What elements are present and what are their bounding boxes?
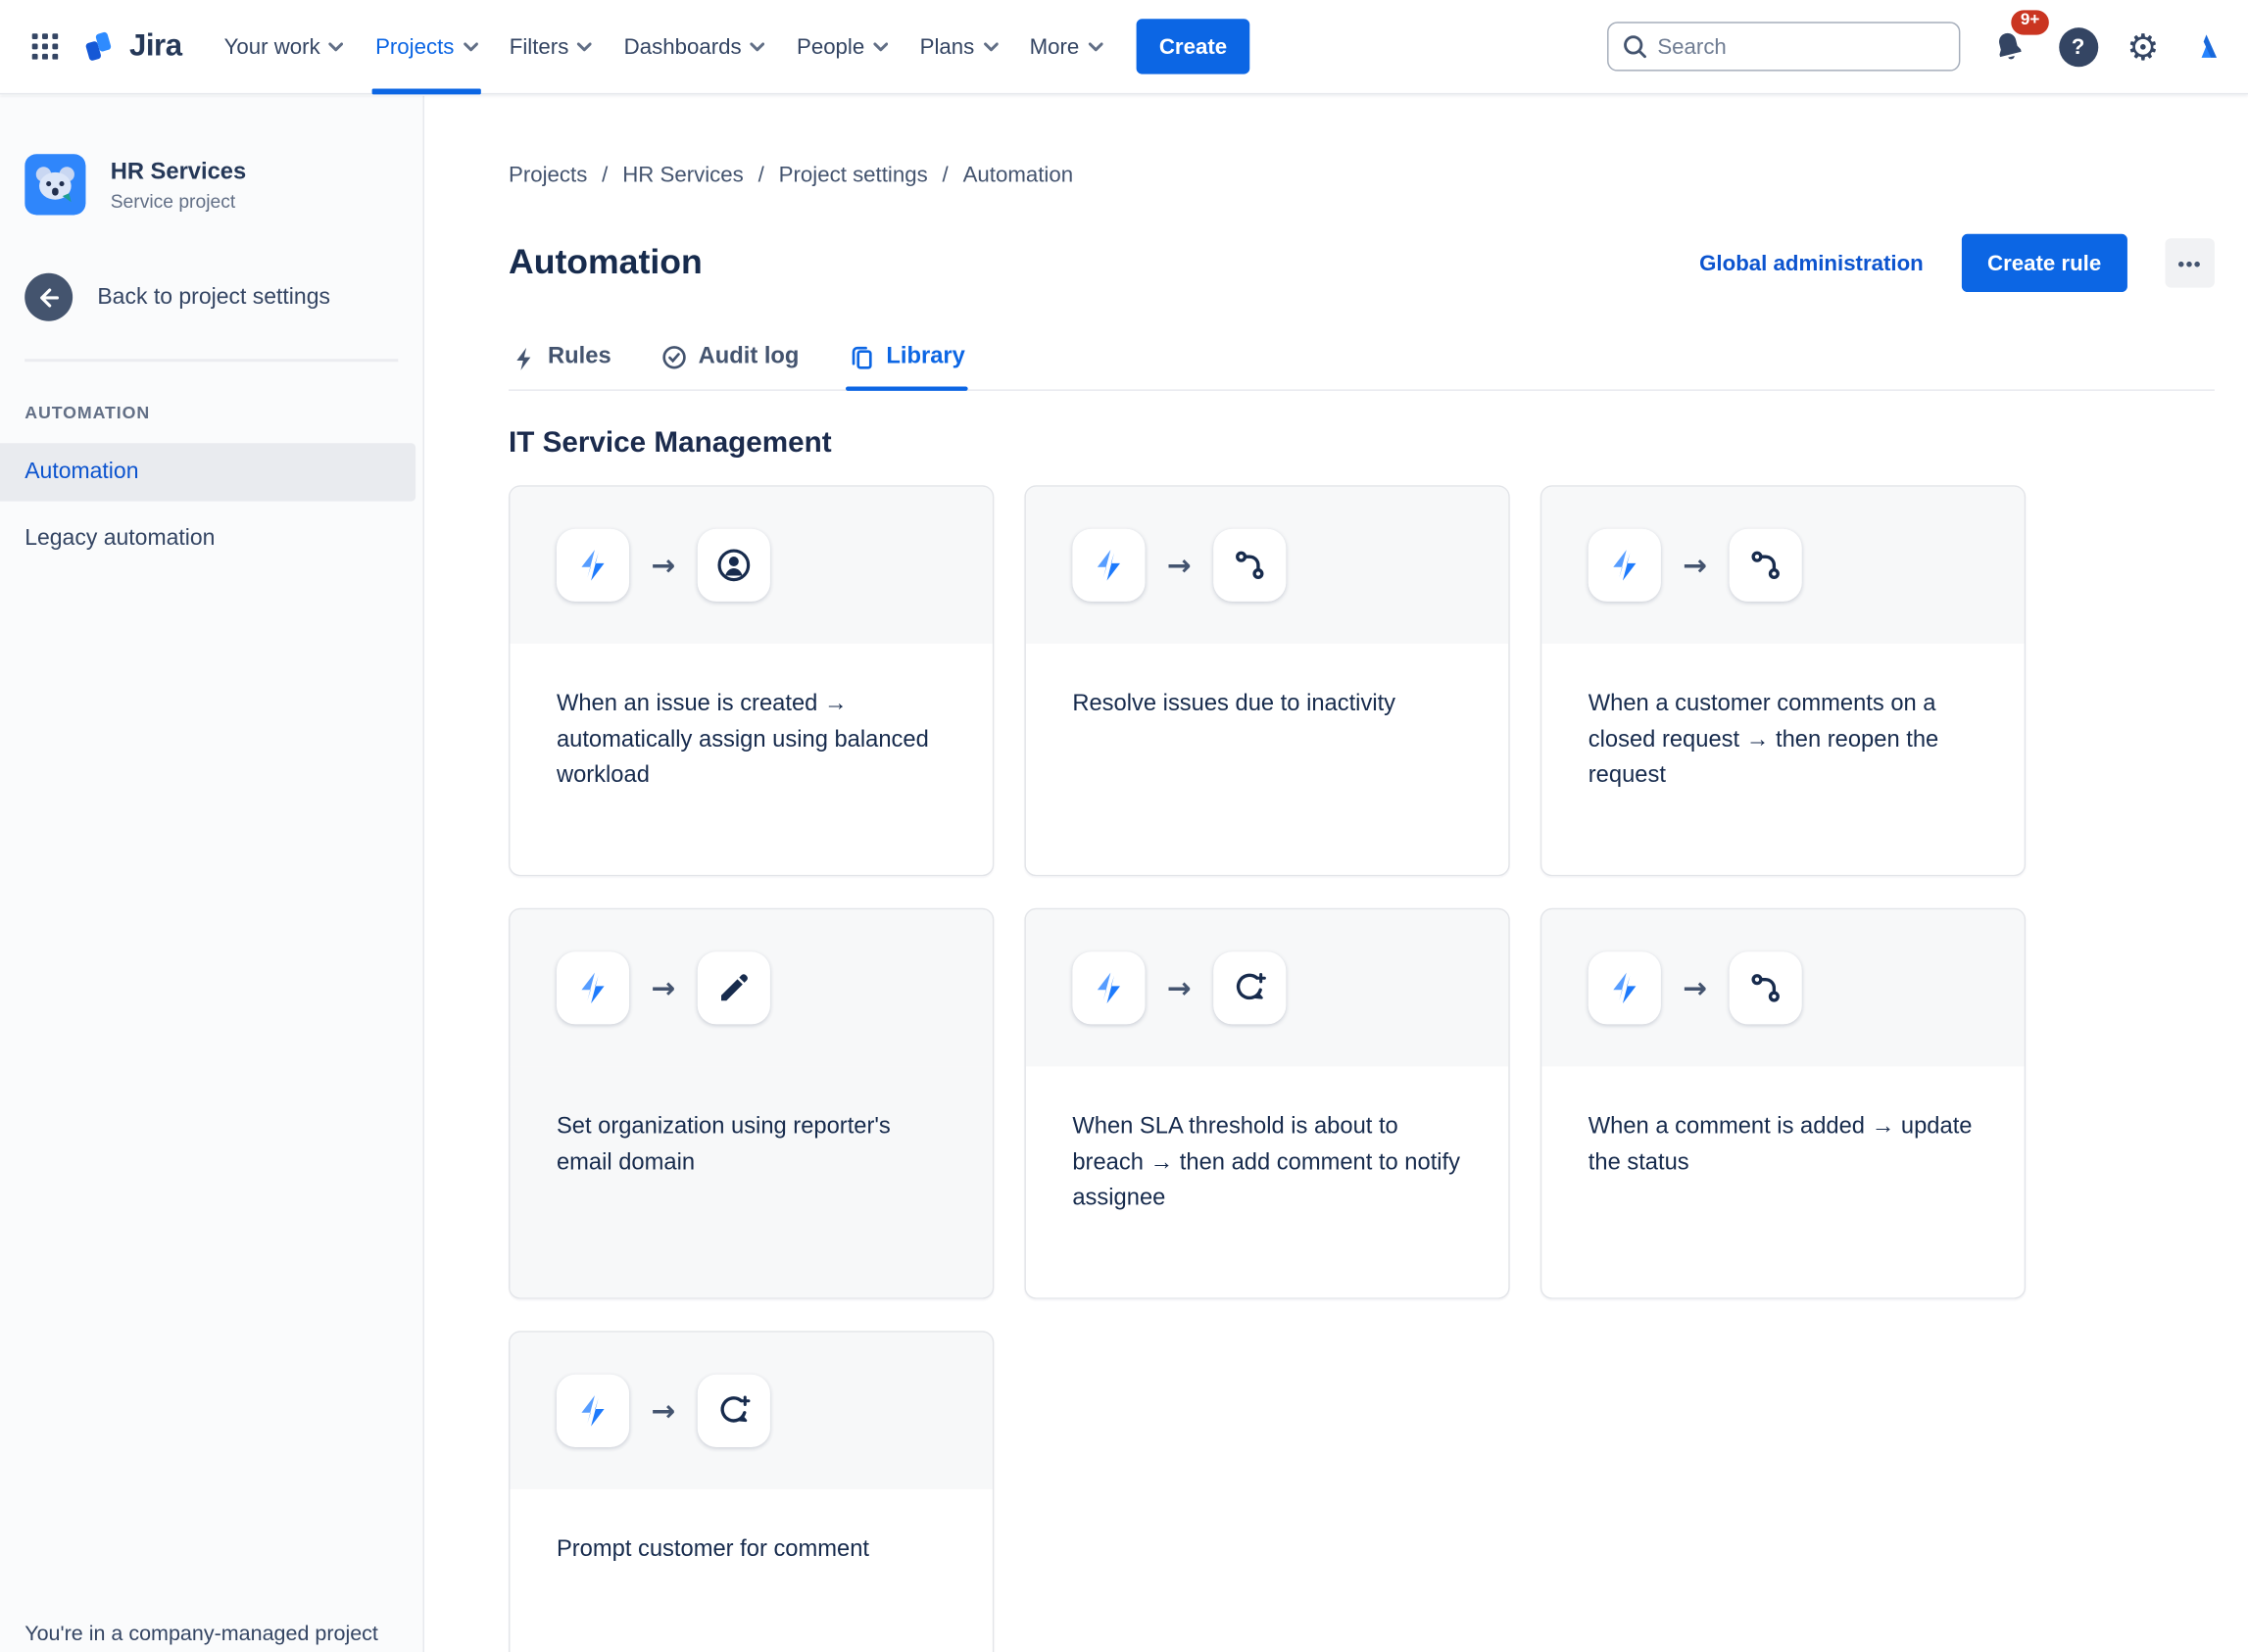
workflow-branch-icon — [1729, 528, 1802, 602]
breadcrumb-projects[interactable]: Projects — [509, 163, 587, 187]
project-type-note: You're in a company-managed project — [24, 1623, 378, 1647]
main-content: Projects / HR Services / Project setting… — [425, 95, 2248, 1652]
template-card-title: Resolve issues due to inactivity — [1072, 691, 1396, 716]
flow-arrow-icon: → — [651, 547, 676, 583]
settings-button[interactable]: ⚙ — [2126, 28, 2159, 65]
tab-bar: Rules Audit log Library — [509, 345, 2215, 392]
pencil-icon — [697, 950, 770, 1025]
project-sidebar: HR Services Service project Back to proj… — [0, 95, 424, 1652]
automation-trigger-icon — [556, 950, 630, 1025]
template-card-title: When a customer comments on a closed req… — [1588, 691, 1939, 789]
nav-item-people[interactable]: People — [781, 0, 904, 94]
chevron-down-icon — [873, 41, 888, 51]
back-arrow-icon — [24, 272, 73, 321]
project-type: Service project — [110, 189, 236, 212]
template-card-grid: → When an issue is created → automatical… — [509, 484, 2215, 1652]
sidebar-divider — [24, 359, 399, 363]
comment-add-icon — [697, 1374, 770, 1447]
atlassian-logo[interactable] — [2188, 29, 2222, 63]
create-button[interactable]: Create — [1136, 19, 1250, 74]
template-card-title: Prompt customer for comment — [556, 1536, 870, 1562]
more-actions-button[interactable]: ••• — [2165, 238, 2215, 288]
project-header: HR Services Service project — [0, 154, 423, 216]
sidebar-item-automation[interactable]: Automation — [0, 443, 416, 502]
template-card-title: When an issue is created → automatically… — [556, 691, 929, 789]
user-circle-icon — [697, 528, 770, 602]
breadcrumb-hr-services[interactable]: HR Services — [622, 163, 744, 187]
chevron-down-icon — [983, 41, 998, 51]
sidebar-section-heading: AUTOMATION — [24, 402, 151, 423]
breadcrumb: Projects / HR Services / Project setting… — [509, 163, 1074, 188]
nav-item-filters[interactable]: Filters — [493, 0, 608, 94]
project-name: HR Services — [110, 159, 247, 184]
notifications-badge: 9+ — [2011, 10, 2049, 34]
nav-item-your-work[interactable]: Your work — [208, 0, 359, 94]
chevron-down-icon — [1088, 41, 1103, 51]
automation-trigger-icon — [1072, 950, 1146, 1025]
chevron-down-icon — [328, 41, 344, 51]
template-card-title: When a comment is added → update the sta… — [1588, 1113, 1973, 1175]
app-switcher-icon[interactable] — [21, 22, 70, 71]
page-title: Automation — [509, 242, 703, 282]
template-card-set-organization[interactable]: → Set organization using reporter's emai… — [509, 907, 995, 1299]
automation-trigger-icon — [1072, 528, 1146, 602]
flow-arrow-icon: → — [651, 1392, 676, 1429]
nav-item-plans[interactable]: Plans — [904, 0, 1013, 94]
workflow-branch-icon — [1212, 528, 1286, 602]
flow-arrow-icon: → — [651, 970, 676, 1005]
gear-icon: ⚙ — [2126, 24, 2160, 68]
back-to-project-settings[interactable]: Back to project settings — [0, 272, 423, 321]
automation-trigger-icon — [556, 528, 630, 602]
jira-logo-mark — [83, 30, 114, 61]
global-administration-link[interactable]: Global administration — [1699, 251, 1924, 275]
template-card-title: When SLA threshold is about to breach → … — [1072, 1113, 1461, 1211]
nav-item-more[interactable]: More — [1013, 0, 1118, 94]
jira-automation-library-page: Jira Your work Projects Filters Dashboar… — [0, 0, 2248, 1652]
question-mark-icon: ? — [2071, 33, 2085, 60]
automation-trigger-icon — [1588, 950, 1661, 1025]
workflow-branch-icon — [1729, 950, 1802, 1025]
search-input[interactable] — [1606, 22, 1960, 72]
template-card-assign-balanced-workload[interactable]: → When an issue is created → automatical… — [509, 484, 995, 876]
flow-arrow-icon: → — [1166, 547, 1192, 583]
notifications-button[interactable]: 9+ — [1988, 10, 2049, 68]
ellipsis-icon: ••• — [2177, 252, 2203, 274]
search-box — [1606, 22, 1960, 72]
check-circle-icon — [661, 346, 686, 369]
flow-arrow-icon: → — [1166, 970, 1192, 1005]
comment-add-icon — [1212, 950, 1286, 1025]
automation-trigger-icon — [1588, 528, 1661, 602]
section-title: IT Service Management — [509, 427, 832, 460]
copy-pages-icon — [852, 347, 872, 369]
flow-arrow-icon: → — [1683, 970, 1708, 1005]
template-card-sla-breach-comment[interactable]: → When SLA threshold is about to breach … — [1024, 907, 1510, 1299]
chevron-down-icon — [463, 41, 478, 51]
chevron-down-icon — [577, 41, 593, 51]
tab-library[interactable]: Library — [845, 345, 969, 392]
project-avatar — [24, 154, 86, 216]
template-card-reopen-request[interactable]: → When a customer comments on a closed r… — [1539, 484, 2027, 876]
tab-rules[interactable]: Rules — [509, 345, 614, 390]
breadcrumb-project-settings[interactable]: Project settings — [779, 163, 928, 187]
template-card-prompt-customer-comment[interactable]: → Prompt customer for comment — [509, 1330, 995, 1652]
template-card-resolve-inactivity[interactable]: → Resolve issues due to inactivity — [1024, 484, 1510, 876]
template-card-title: Set organization using reporter's email … — [556, 1113, 891, 1175]
top-navbar: Jira Your work Projects Filters Dashboar… — [0, 0, 2248, 95]
breadcrumb-automation[interactable]: Automation — [963, 163, 1074, 187]
template-card-comment-update-status[interactable]: → When a comment is added → update the s… — [1539, 907, 2027, 1299]
automation-trigger-icon — [556, 1374, 630, 1447]
nav-item-dashboards[interactable]: Dashboards — [608, 0, 780, 94]
jira-logo[interactable]: Jira — [81, 26, 182, 66]
flow-arrow-icon: → — [1683, 547, 1708, 583]
search-icon — [1623, 35, 1646, 59]
sidebar-item-legacy-automation[interactable]: Legacy automation — [0, 510, 423, 567]
help-button[interactable]: ? — [2058, 26, 2098, 67]
tab-audit-log[interactable]: Audit log — [658, 345, 802, 390]
chevron-down-icon — [750, 41, 765, 51]
create-rule-button[interactable]: Create rule — [1961, 233, 2127, 293]
lightning-icon — [516, 347, 531, 370]
nav-item-projects[interactable]: Projects — [360, 0, 494, 94]
jira-logo-text: Jira — [128, 28, 182, 63]
